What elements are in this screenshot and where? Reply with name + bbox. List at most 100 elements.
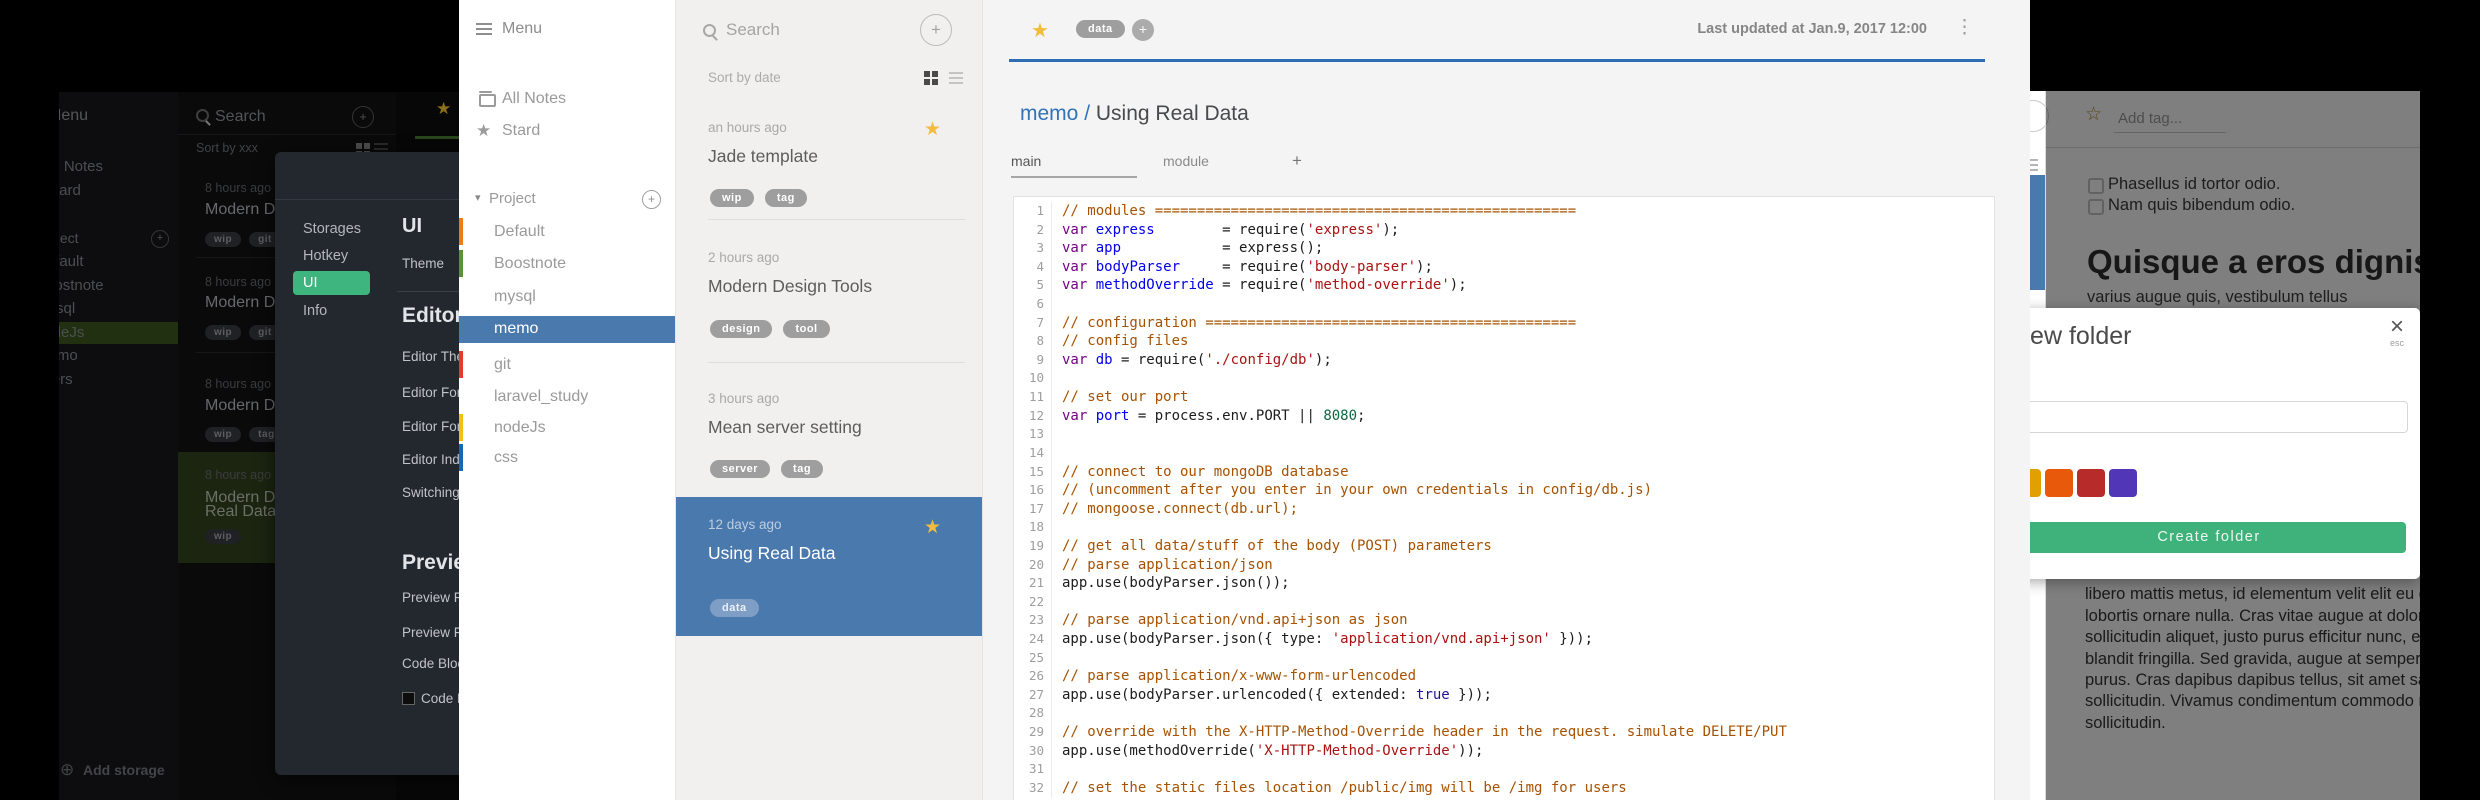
checkbox-icon[interactable] bbox=[402, 692, 415, 705]
active-tab-underline bbox=[1011, 176, 1137, 178]
line-number: 3 bbox=[1014, 239, 1052, 258]
sort-selector[interactable]: Sort by date bbox=[708, 70, 781, 85]
sidebar-item-folder[interactable]: memo bbox=[494, 320, 538, 338]
code-text: var port = process.env.PORT || 8080; bbox=[1062, 407, 1366, 424]
line-number: 9 bbox=[1014, 350, 1052, 370]
add-tag-icon[interactable]: + bbox=[1132, 19, 1154, 41]
dialog-title: New folder bbox=[2030, 322, 2132, 350]
code-text: // set our port bbox=[1062, 389, 1189, 406]
note-title[interactable]: Using Real Data bbox=[708, 543, 835, 564]
code-text: // get all data/stuff of the body (POST)… bbox=[1062, 537, 1492, 554]
color-swatch[interactable] bbox=[2030, 469, 2041, 497]
line-number: 28 bbox=[1014, 704, 1052, 724]
line-number: 31 bbox=[1014, 760, 1052, 779]
menu-sidebar: Menu All Notes ★ Stard ▾ Project + Defau… bbox=[459, 0, 675, 800]
note-star-icon[interactable]: ★ bbox=[1031, 18, 1049, 43]
new-folder-dialog: New folder × esc Create folder bbox=[2030, 308, 2420, 579]
note-tags: wip tag bbox=[710, 188, 818, 207]
sidebar-item-folder[interactable]: css bbox=[494, 449, 518, 467]
add-folder-icon[interactable]: + bbox=[642, 190, 661, 209]
tab-main[interactable]: main bbox=[1011, 153, 1041, 169]
sidebar-item-folder[interactable]: laravel_study bbox=[494, 388, 588, 406]
new-note-button[interactable]: + bbox=[920, 14, 952, 46]
note-star-icon[interactable]: ★ bbox=[924, 118, 941, 141]
sidebar-item-all-notes[interactable]: All Notes bbox=[502, 90, 566, 108]
line-number: 12 bbox=[1014, 406, 1052, 426]
grid-view-icon[interactable] bbox=[924, 71, 938, 85]
code-line: 31 bbox=[1014, 760, 1994, 779]
code-text: app.use(bodyParser.json()); bbox=[1062, 575, 1290, 592]
tag-pill: tag bbox=[764, 189, 807, 207]
code-text: // connect to our mongoDB database bbox=[1062, 463, 1349, 480]
note-tag-pill[interactable]: data bbox=[1076, 20, 1125, 38]
screenshot-stage: Menu All Notes Stard Project + Default Bo… bbox=[0, 0, 2480, 800]
settings-nav-item[interactable]: UI bbox=[303, 275, 318, 291]
color-swatch[interactable] bbox=[2077, 469, 2105, 497]
note-title[interactable]: Mean server setting bbox=[708, 417, 862, 438]
line-number: 27 bbox=[1014, 685, 1052, 705]
settings-nav-item[interactable]: Info bbox=[303, 303, 327, 319]
line-number: 21 bbox=[1014, 574, 1052, 593]
note-title[interactable]: Modern Design Tools bbox=[708, 276, 872, 297]
chevron-down-icon[interactable]: ▾ bbox=[475, 191, 481, 204]
selected-note-sliver[interactable] bbox=[2030, 175, 2045, 290]
code-text: // parse application/json bbox=[1062, 556, 1273, 573]
code-line: 1 // modules ============================… bbox=[1014, 202, 1994, 221]
tag-pill: tool bbox=[783, 320, 830, 338]
all-notes-icon bbox=[479, 91, 496, 107]
color-swatch[interactable] bbox=[2109, 469, 2137, 497]
note-title[interactable]: Jade template bbox=[708, 146, 818, 167]
code-text: app.use(methodOverride('X-HTTP-Method-Ov… bbox=[1062, 742, 1484, 759]
sidebar-item-folder[interactable]: nodeJs bbox=[494, 419, 546, 437]
tag-pill: design bbox=[710, 320, 773, 338]
project-section-label[interactable]: Project bbox=[489, 190, 536, 207]
settings-row[interactable]: Theme bbox=[402, 256, 444, 271]
sidebar-item-starred[interactable]: Stard bbox=[502, 122, 540, 140]
settings-nav-item[interactable]: Storages bbox=[303, 221, 361, 237]
breadcrumb-folder[interactable]: memo bbox=[1020, 102, 1078, 125]
folder-name-input[interactable] bbox=[2030, 401, 2408, 433]
divider bbox=[708, 219, 965, 220]
note-star-icon[interactable]: ★ bbox=[924, 516, 941, 539]
sidebar-item-folder[interactable]: Default bbox=[494, 223, 545, 241]
search-input[interactable]: Search bbox=[726, 20, 780, 40]
close-icon[interactable]: × bbox=[2382, 315, 2412, 339]
code-line: 25 bbox=[1014, 648, 1994, 668]
code-line: 6 bbox=[1014, 295, 1994, 314]
list-view-icon[interactable] bbox=[949, 72, 963, 87]
create-folder-button[interactable]: Create folder bbox=[2030, 522, 2406, 553]
last-updated-label: Last updated at Jan.9, 2017 12:00 bbox=[1697, 21, 1927, 37]
color-swatch[interactable] bbox=[2045, 469, 2073, 497]
add-tab-icon[interactable]: + bbox=[1292, 151, 1302, 171]
kebab-menu-icon[interactable]: ⋮ bbox=[1955, 16, 1974, 39]
tab-module[interactable]: module bbox=[1163, 153, 1209, 169]
code-line: 26 // parse application/x-www-form-urlenc… bbox=[1014, 667, 1994, 686]
dialog-close[interactable]: × esc bbox=[2382, 315, 2412, 349]
list-view-icon[interactable] bbox=[2030, 159, 2038, 174]
line-number: 17 bbox=[1014, 499, 1052, 519]
code-text: // override with the X-HTTP-Method-Overr… bbox=[1062, 724, 1787, 741]
tag-pill: data bbox=[710, 599, 759, 617]
code-line: 13 bbox=[1014, 425, 1994, 444]
code-editor[interactable]: 1 // modules ============================… bbox=[1013, 196, 1995, 800]
sidebar-item-folder[interactable]: git bbox=[494, 356, 511, 374]
code-text: // parse application/x-www-form-urlencod… bbox=[1062, 668, 1417, 685]
line-number: 6 bbox=[1014, 295, 1052, 314]
settings-nav-item[interactable]: Hotkey bbox=[303, 248, 348, 264]
note-breadcrumb: memo / Using Real Data bbox=[1020, 102, 1249, 126]
code-line: 21 app.use(bodyParser.json()); bbox=[1014, 574, 1994, 593]
menu-label[interactable]: Menu bbox=[502, 20, 542, 38]
selected-folder-highlight[interactable] bbox=[459, 316, 675, 343]
line-number: 29 bbox=[1014, 723, 1052, 742]
hamburger-icon[interactable] bbox=[476, 23, 492, 38]
code-text: app.use(bodyParser.urlencoded({ extended… bbox=[1062, 686, 1492, 703]
sidebar-item-folder[interactable]: mysql bbox=[494, 288, 536, 306]
line-number: 19 bbox=[1014, 536, 1052, 556]
folder-color-bar bbox=[459, 250, 463, 277]
boostnote-main-window: Menu All Notes ★ Stard ▾ Project + Defau… bbox=[459, 0, 2030, 800]
sidebar-item-folder[interactable]: Boostnote bbox=[494, 255, 566, 273]
editor-accent-line bbox=[1009, 59, 1985, 62]
line-number: 4 bbox=[1014, 257, 1052, 277]
